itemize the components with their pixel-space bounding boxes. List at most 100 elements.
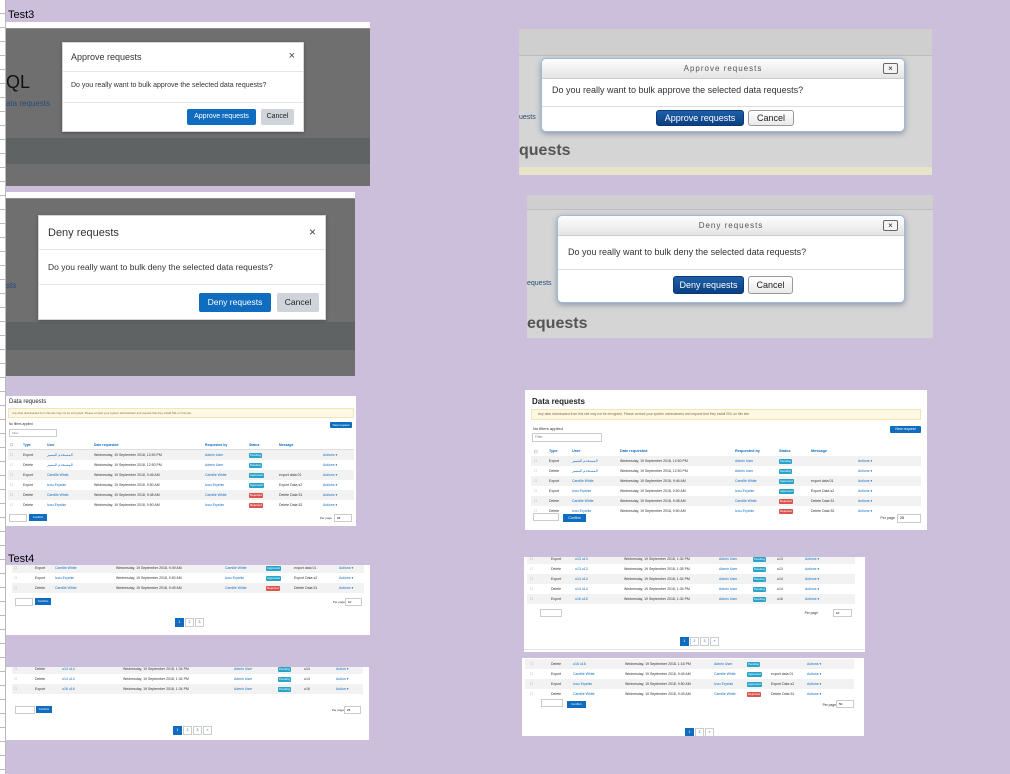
- cell-requested-by-link[interactable]: Admin User: [719, 587, 737, 591]
- actions-menu[interactable]: Actions ▾: [858, 499, 872, 503]
- row-checkbox[interactable]: ☐: [534, 459, 537, 463]
- page-link[interactable]: »: [203, 726, 212, 735]
- cell-user-link[interactable]: Camille White: [572, 499, 594, 503]
- cell-user-link[interactable]: Izou Eryshin: [47, 483, 66, 487]
- actions-menu[interactable]: Actions ▾: [805, 587, 819, 591]
- actions-menu[interactable]: Actions ▾: [323, 483, 337, 487]
- cell-user-link[interactable]: Camille White: [55, 586, 77, 590]
- actions-menu[interactable]: Actions ▾: [807, 682, 821, 686]
- actions-menu[interactable]: Actions ▾: [339, 566, 353, 570]
- page-link[interactable]: 1: [680, 637, 689, 646]
- cell-user-link[interactable]: المستخدم المتميز: [572, 459, 598, 463]
- per-page-select[interactable]: 10: [345, 598, 362, 606]
- actions-menu[interactable]: Actions ▾: [339, 586, 353, 590]
- deny-requests-button[interactable]: Deny requests: [673, 276, 744, 294]
- row-checkbox[interactable]: ☐: [10, 503, 13, 507]
- row-checkbox[interactable]: ☐: [530, 567, 533, 571]
- actions-menu[interactable]: Actions ▾: [323, 503, 337, 507]
- cell-user-link[interactable]: u16 u16: [575, 597, 588, 601]
- cell-user-link[interactable]: المستخدم المتميز: [47, 463, 73, 467]
- close-icon[interactable]: ×: [289, 50, 295, 62]
- actions-menu[interactable]: Actions ▾: [805, 557, 819, 561]
- row-checkbox[interactable]: ☐: [530, 597, 533, 601]
- actions-menu[interactable]: Actions ▾: [858, 459, 872, 463]
- cancel-button[interactable]: Cancel: [748, 110, 794, 126]
- close-icon[interactable]: ×: [883, 63, 898, 74]
- per-page-select[interactable]: 25: [334, 514, 352, 522]
- page-link[interactable]: 2: [695, 728, 704, 736]
- row-checkbox[interactable]: ☐: [534, 499, 537, 503]
- cell-requested-by-link[interactable]: Camille White: [205, 473, 227, 477]
- page-link[interactable]: 3: [195, 618, 204, 627]
- cell-requested-by-link[interactable]: Admin User: [234, 667, 252, 671]
- page-link[interactable]: 1: [173, 726, 182, 735]
- actions-menu[interactable]: Action ▾: [336, 667, 348, 671]
- approve-requests-button[interactable]: Approve requests: [656, 110, 744, 126]
- actions-menu[interactable]: Actions ▾: [339, 576, 353, 580]
- cell-user-link[interactable]: Izou Eryshin: [55, 576, 74, 580]
- page-link[interactable]: 1: [175, 618, 184, 627]
- cell-user-link[interactable]: u16 u16: [62, 687, 75, 691]
- row-checkbox[interactable]: ☐: [10, 483, 13, 487]
- bulk-action-select[interactable]: [9, 514, 27, 522]
- cell-requested-by-link[interactable]: Camille White: [225, 566, 247, 570]
- cell-requested-by-link[interactable]: Camille White: [735, 479, 757, 483]
- cell-user-link[interactable]: Camille White: [573, 672, 595, 676]
- cell-user-link[interactable]: Camille White: [55, 566, 77, 570]
- bulk-action-select[interactable]: [540, 609, 562, 617]
- row-checkbox[interactable]: ☐: [10, 493, 13, 497]
- confirm-button[interactable]: Confirm: [567, 701, 586, 708]
- actions-menu[interactable]: Action ▾: [336, 687, 348, 691]
- close-icon[interactable]: ×: [883, 220, 898, 231]
- cell-user-link[interactable]: u14 u14: [62, 667, 75, 671]
- cell-user-link[interactable]: u13 u13: [575, 567, 588, 571]
- page-link[interactable]: 2: [690, 637, 699, 646]
- cell-requested-by-link[interactable]: Izou Eryshin: [225, 576, 244, 580]
- cell-user-link[interactable]: u14 u14: [575, 577, 588, 581]
- cell-requested-by-link[interactable]: Camille White: [225, 586, 247, 590]
- cell-requested-by-link[interactable]: Camille White: [714, 672, 736, 676]
- row-checkbox[interactable]: ☐: [530, 682, 533, 686]
- row-checkbox[interactable]: ☐: [14, 586, 17, 590]
- row-checkbox[interactable]: ☐: [534, 479, 537, 483]
- cell-user-link[interactable]: u14 u14: [62, 677, 75, 681]
- page-link[interactable]: »: [705, 728, 714, 736]
- page-link[interactable]: 2: [183, 726, 192, 735]
- cancel-button[interactable]: Cancel: [748, 276, 793, 294]
- cell-requested-by-link[interactable]: Admin User: [719, 567, 737, 571]
- bulk-action-select[interactable]: [541, 699, 563, 707]
- row-checkbox[interactable]: ☐: [530, 587, 533, 591]
- row-checkbox[interactable]: ☐: [530, 662, 533, 666]
- cell-user-link[interactable]: u16 u16: [573, 662, 586, 666]
- cancel-button[interactable]: Cancel: [261, 109, 294, 125]
- cell-requested-by-link[interactable]: Admin User: [735, 459, 753, 463]
- row-checkbox[interactable]: ☐: [14, 566, 17, 570]
- row-checkbox[interactable]: ☐: [14, 677, 17, 681]
- cell-user-link[interactable]: Izou Eryshin: [572, 489, 591, 493]
- page-link[interactable]: 1: [685, 728, 694, 736]
- cell-requested-by-link[interactable]: Admin User: [719, 557, 737, 561]
- row-checkbox[interactable]: ☐: [14, 687, 17, 691]
- page-link[interactable]: 3: [193, 726, 202, 735]
- cell-user-link[interactable]: Izou Eryshin: [573, 682, 592, 686]
- cell-user-link[interactable]: Izou Eryshin: [572, 509, 591, 513]
- actions-menu[interactable]: Actions ▾: [323, 453, 337, 457]
- cell-requested-by-link[interactable]: Izou Eryshin: [735, 509, 754, 513]
- per-page-select[interactable]: 25: [897, 514, 921, 523]
- row-checkbox[interactable]: ☐: [10, 453, 13, 457]
- page-link[interactable]: 2: [185, 618, 194, 627]
- cell-requested-by-link[interactable]: Admin User: [714, 662, 732, 666]
- row-checkbox[interactable]: ☐: [534, 489, 537, 493]
- actions-menu[interactable]: Actions ▾: [323, 493, 337, 497]
- row-checkbox[interactable]: ☐: [530, 577, 533, 581]
- cell-user-link[interactable]: المستخدم المتميز: [572, 469, 598, 473]
- approve-requests-button[interactable]: Approve requests: [187, 109, 256, 125]
- per-page-select[interactable]: 50: [836, 700, 854, 708]
- confirm-button[interactable]: Confirm: [35, 598, 51, 605]
- per-page-select[interactable]: 10: [833, 609, 852, 617]
- actions-menu[interactable]: Action ▾: [336, 677, 348, 681]
- cell-requested-by-link[interactable]: Admin User: [735, 469, 753, 473]
- row-checkbox[interactable]: ☐: [10, 463, 13, 467]
- actions-menu[interactable]: Actions ▾: [805, 597, 819, 601]
- row-checkbox[interactable]: ☐: [530, 557, 533, 561]
